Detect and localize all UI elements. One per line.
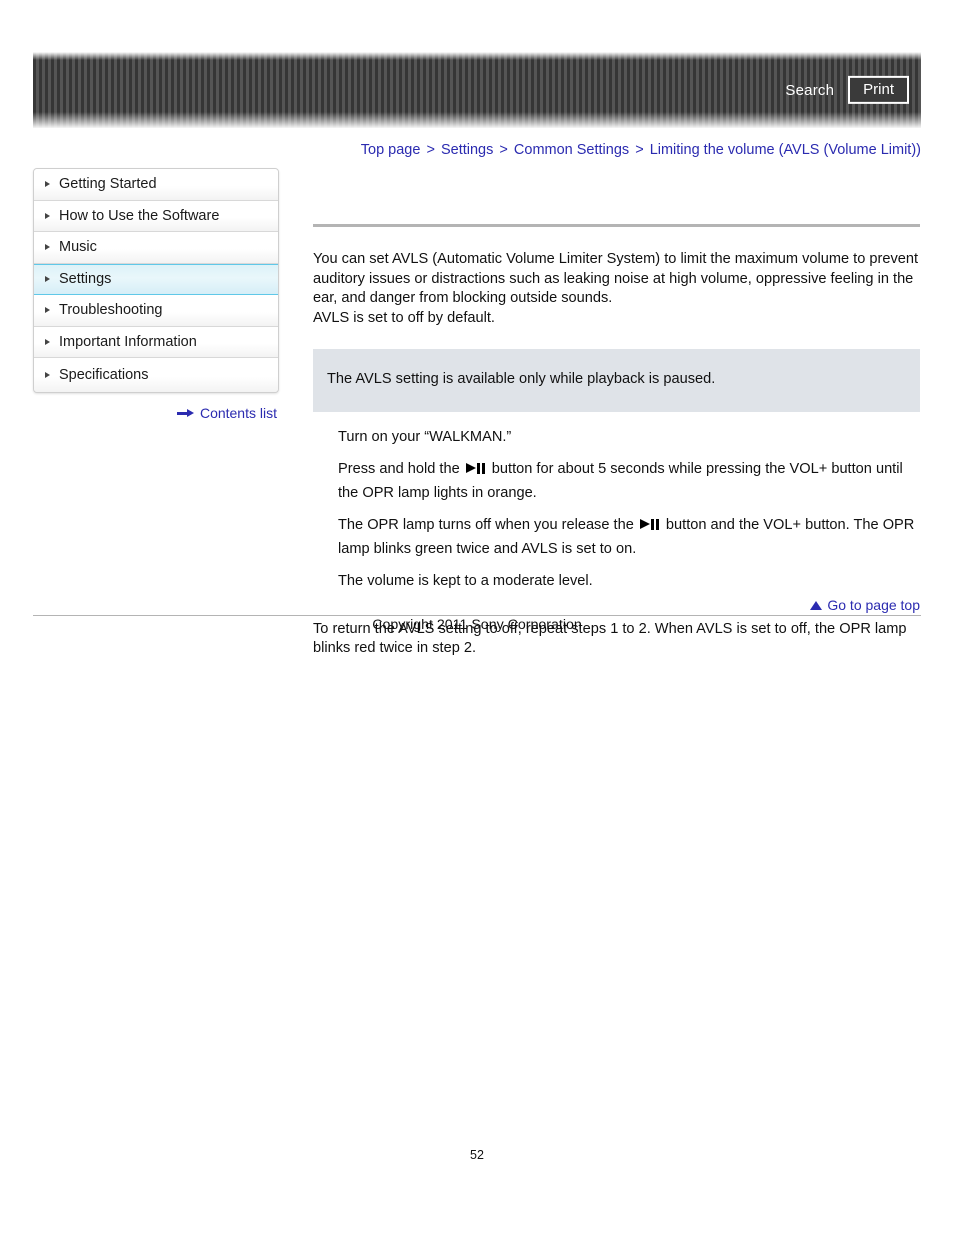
sidebar-item-label: Settings (59, 271, 112, 288)
sidebar-item-important-information[interactable]: Important Information (34, 326, 278, 358)
sidebar-item-specifications[interactable]: Specifications (34, 358, 278, 392)
note-box: The AVLS setting is available only while… (313, 349, 920, 412)
header-banner: Search Print (33, 52, 921, 128)
breadcrumb-item-top-page[interactable]: Top page (361, 142, 421, 158)
sidebar-item-label: Troubleshooting (59, 302, 163, 319)
triangle-right-icon (45, 338, 50, 345)
sidebar-item-music[interactable]: Music (34, 232, 278, 264)
note-text: The AVLS setting is available only while… (327, 371, 716, 387)
breadcrumb-item-current-page[interactable]: Limiting the volume (AVLS (Volume Limit)… (650, 142, 921, 158)
step-item-3: The OPR lamp turns off when you release … (338, 513, 920, 561)
sidebar-item-label: Important Information (59, 333, 197, 350)
breadcrumb-item-settings[interactable]: Settings (441, 142, 493, 158)
title-rule (313, 224, 920, 227)
print-button[interactable]: Print (848, 75, 909, 105)
play-pause-icon (639, 518, 660, 530)
sidebar-item-settings[interactable]: Settings (34, 263, 278, 295)
breadcrumb-separator: > (499, 142, 508, 158)
contents-list-label: Contents list (199, 405, 277, 421)
triangle-up-icon (810, 600, 823, 610)
intro-paragraph: You can set AVLS (Automatic Volume Limit… (313, 251, 919, 306)
sidebar-item-label: Getting Started (59, 176, 157, 193)
step-text: Turn on your “WALKMAN.” (338, 428, 512, 445)
step-item-4: The volume is kept to a moderate level. (338, 569, 920, 593)
go-to-page-top-label: Go to page top (827, 597, 920, 613)
sidebar-navigation: Getting Started How to Use the Software … (33, 168, 279, 393)
breadcrumb-separator: > (635, 142, 644, 158)
go-to-page-top-link[interactable]: Go to page top (313, 597, 920, 613)
play-pause-icon (465, 462, 486, 474)
sidebar-item-getting-started[interactable]: Getting Started (34, 169, 278, 201)
triangle-right-icon (45, 307, 50, 314)
step-text: The volume is kept to a moderate level. (338, 572, 593, 589)
triangle-right-icon (45, 276, 50, 283)
sidebar-item-how-to-use-the-software[interactable]: How to Use the Software (34, 200, 278, 232)
contents-list-link[interactable]: Contents list (33, 405, 277, 421)
step-text: The OPR lamp turns off when you release … (338, 516, 638, 533)
copyright-text: Copyright 2011 Sony Corporation (372, 617, 582, 633)
intro-paragraph-default: AVLS is set to off by default. (313, 309, 495, 326)
breadcrumb-item-common-settings[interactable]: Common Settings (514, 142, 629, 158)
header-controls: Search Print (785, 75, 909, 105)
step-item-1: Turn on your “WALKMAN.” (338, 425, 920, 449)
page-number: 52 (470, 1148, 484, 1162)
step-text: Press and hold the (338, 460, 464, 477)
sidebar-item-label: Specifications (59, 367, 149, 383)
main-content: You can set AVLS (Automatic Volume Limit… (313, 224, 920, 659)
footer-divider (33, 615, 921, 616)
arrow-right-icon (176, 408, 194, 418)
search-link[interactable]: Search (785, 82, 834, 99)
breadcrumb: Top page > Settings > Common Settings > … (33, 142, 921, 158)
breadcrumb-separator: > (426, 142, 435, 158)
steps-list: Turn on your “WALKMAN.” Press and hold t… (313, 425, 920, 593)
sidebar-item-troubleshooting[interactable]: Troubleshooting (34, 295, 278, 327)
triangle-right-icon (45, 181, 50, 188)
step-item-2: Press and hold the button for about 5 se… (338, 457, 920, 505)
sidebar-item-label: Music (59, 239, 97, 256)
triangle-right-icon (45, 244, 50, 251)
triangle-right-icon (45, 372, 50, 378)
sidebar-item-label: How to Use the Software (59, 207, 220, 224)
triangle-right-icon (45, 212, 50, 219)
